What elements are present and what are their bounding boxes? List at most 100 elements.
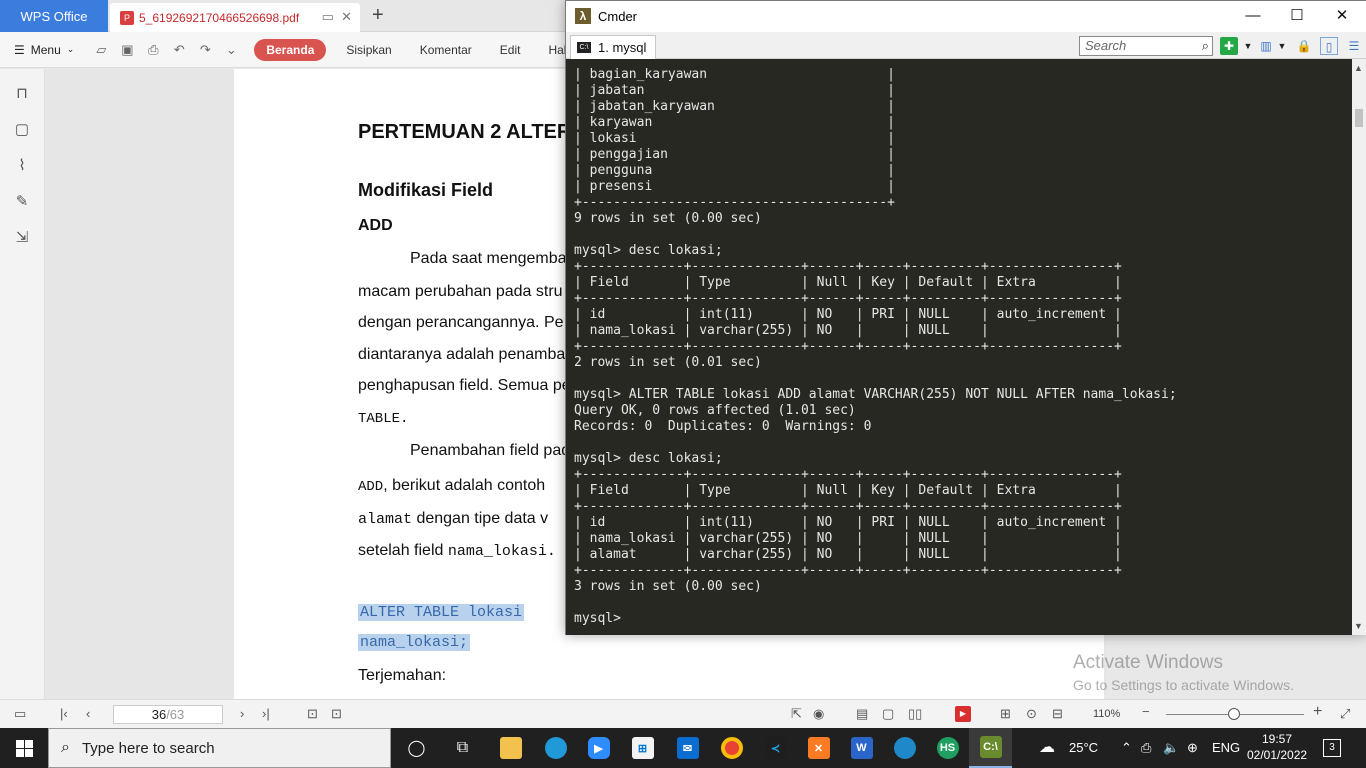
- export-icon[interactable]: ⇲: [12, 228, 32, 248]
- file-explorer-icon[interactable]: [489, 728, 532, 768]
- scroll-down-icon[interactable]: ▼: [1354, 621, 1363, 631]
- zoom-level[interactable]: 110%: [1093, 708, 1120, 720]
- chrome-icon[interactable]: [710, 728, 753, 768]
- store-icon[interactable]: ⊞: [621, 728, 664, 768]
- continuous-page-icon[interactable]: ▢: [882, 706, 894, 722]
- signature-icon[interactable]: ✎: [12, 192, 32, 212]
- zoom-in-icon[interactable]: +: [1313, 703, 1322, 721]
- chevron-up-icon[interactable]: ⌃: [1121, 740, 1132, 756]
- print-icon[interactable]: ⎙: [140, 42, 166, 58]
- activate-title: Activate Windows: [1073, 652, 1223, 673]
- last-page-icon[interactable]: ›|: [262, 706, 270, 721]
- xampp-icon[interactable]: ✕: [797, 728, 840, 768]
- tab-mysql[interactable]: C:\ 1. mysql: [570, 35, 656, 59]
- save-icon[interactable]: ▣: [114, 42, 140, 58]
- task-view-icon[interactable]: ⧉: [441, 728, 484, 768]
- eye-icon[interactable]: ◉: [813, 706, 824, 722]
- weather-temp[interactable]: 25°C: [1069, 740, 1098, 755]
- paragraph-line: ADD, berikut adalah contoh: [358, 477, 546, 495]
- open-folder-icon[interactable]: ▱: [88, 42, 114, 58]
- next-page-icon[interactable]: ›: [240, 706, 244, 721]
- code-line-highlighted[interactable]: nama_lokasi;: [358, 634, 471, 651]
- hamburger-icon[interactable]: ☰: [1345, 37, 1363, 55]
- tab-edit[interactable]: Edit: [486, 43, 535, 57]
- clock[interactable]: 19:57 02/01/2022: [1247, 731, 1307, 763]
- zoom-slider-thumb[interactable]: [1228, 708, 1240, 720]
- weather-icon[interactable]: ☁: [1039, 737, 1055, 757]
- page-number-input[interactable]: 36/63: [113, 705, 223, 724]
- notification-icon[interactable]: 3: [1323, 739, 1341, 757]
- undo-icon[interactable]: ↶: [166, 42, 192, 58]
- bird-app-icon[interactable]: [883, 728, 926, 768]
- view-panel-icon[interactable]: ▭: [14, 706, 26, 722]
- two-page-icon[interactable]: ▯▯: [908, 706, 922, 722]
- page-heading: PERTEMUAN 2 ALTER: [358, 121, 572, 143]
- rotate-alt-icon[interactable]: ⊡: [331, 706, 342, 722]
- pdf-icon: P: [120, 10, 134, 25]
- new-console-icon[interactable]: ✚: [1220, 37, 1238, 55]
- tab-pin-icon[interactable]: ▭: [322, 9, 334, 24]
- wps-home-tab[interactable]: WPS Office: [0, 0, 108, 32]
- cmder-title-bar[interactable]: λ Cmder — ☐ ✕: [566, 1, 1366, 32]
- close-button[interactable]: ✕: [1319, 6, 1365, 26]
- attachment-icon[interactable]: ⌇: [12, 156, 32, 176]
- play-icon[interactable]: ▶: [955, 706, 971, 722]
- edge-browser-icon[interactable]: [534, 728, 577, 768]
- vscode-icon[interactable]: ≺: [754, 728, 797, 768]
- new-console-dropdown-icon[interactable]: ▼: [1239, 37, 1257, 55]
- single-page-icon[interactable]: ▤: [856, 706, 868, 722]
- wps-writer-icon[interactable]: W: [840, 728, 883, 768]
- volume-icon[interactable]: 🔈: [1163, 740, 1179, 756]
- actual-size-icon[interactable]: ⊞: [1000, 706, 1011, 722]
- scrollbar-thumb[interactable]: [1355, 109, 1363, 127]
- start-button[interactable]: [0, 728, 48, 768]
- console-output[interactable]: | bagian_karyawan | | jabatan | | jabata…: [566, 59, 1352, 635]
- zoom-out-icon[interactable]: −: [1142, 704, 1150, 719]
- menu-button[interactable]: ☰ Menu ⌄: [14, 43, 74, 57]
- fit-page-icon[interactable]: ⊙: [1026, 706, 1037, 722]
- first-page-icon[interactable]: |‹: [60, 706, 68, 721]
- prev-page-icon[interactable]: ‹: [86, 706, 90, 721]
- network-icon[interactable]: ⊕: [1187, 740, 1198, 756]
- taskbar-search-box[interactable]: ⌕ Type here to search: [48, 728, 391, 768]
- meet-now-icon[interactable]: ⎙: [1141, 740, 1151, 756]
- rotate-icon[interactable]: ⊡: [307, 706, 318, 722]
- lock-icon[interactable]: 🔒: [1295, 37, 1313, 55]
- tab-beranda[interactable]: Beranda: [254, 38, 327, 61]
- tab-sisipkan[interactable]: Sisipkan: [332, 43, 405, 57]
- split-view-icon[interactable]: ▯: [1320, 37, 1338, 55]
- dropdown-icon[interactable]: ⌄: [218, 42, 244, 58]
- mail-icon[interactable]: ✉: [666, 728, 709, 768]
- console-scrollbar[interactable]: ▲ ▼: [1352, 59, 1366, 635]
- chevron-down-icon: ⌄: [66, 44, 75, 54]
- paragraph-line: diantaranya adalah penambah: [358, 346, 575, 363]
- settings-dropdown-icon[interactable]: ▼: [1273, 37, 1291, 55]
- cortana-icon[interactable]: ◯: [395, 728, 438, 768]
- minimize-button[interactable]: —: [1230, 6, 1276, 26]
- fit-width-icon[interactable]: ⊟: [1052, 706, 1063, 722]
- section-title: Modifikasi Field: [358, 180, 494, 200]
- thumbnail-icon[interactable]: ▢: [12, 120, 32, 140]
- lambda-icon: λ: [575, 8, 591, 24]
- tab-close-icon[interactable]: ✕: [341, 9, 352, 24]
- code-line-highlighted[interactable]: ALTER TABLE lokasi: [358, 604, 525, 621]
- system-tray: ☁ 25°C ⌃ ⎙ 🔈 ⊕ ENG 19:57 02/01/2022 3: [1035, 728, 1366, 768]
- menu-label: Menu: [30, 42, 61, 57]
- fullscreen-icon[interactable]: ⤢: [1340, 706, 1350, 722]
- maximize-button[interactable]: ☐: [1274, 6, 1320, 26]
- activate-windows-watermark: Activate Windows Go to Settings to activ…: [1073, 652, 1294, 693]
- search-input[interactable]: Search ⌕: [1079, 36, 1213, 56]
- tab-komentar[interactable]: Komentar: [406, 43, 486, 57]
- pdf-document-tab[interactable]: P 5_6192692170466526698.pdf ▭ ✕: [110, 3, 360, 32]
- search-placeholder: Type here to search: [81, 739, 215, 757]
- redo-icon[interactable]: ↷: [192, 42, 218, 58]
- scroll-up-icon[interactable]: ▲: [1354, 63, 1363, 73]
- hs-app-icon[interactable]: HS: [926, 728, 969, 768]
- cmder-taskbar-icon[interactable]: C:\: [969, 728, 1012, 768]
- bookmark-icon[interactable]: ⊓: [12, 84, 32, 104]
- new-tab-icon[interactable]: +: [372, 4, 384, 27]
- language-indicator[interactable]: ENG: [1212, 740, 1240, 755]
- translation-label: Terjemahan:: [358, 667, 447, 684]
- export-page-icon[interactable]: ⇱: [791, 706, 802, 722]
- zoom-app-icon[interactable]: ▶: [577, 728, 620, 768]
